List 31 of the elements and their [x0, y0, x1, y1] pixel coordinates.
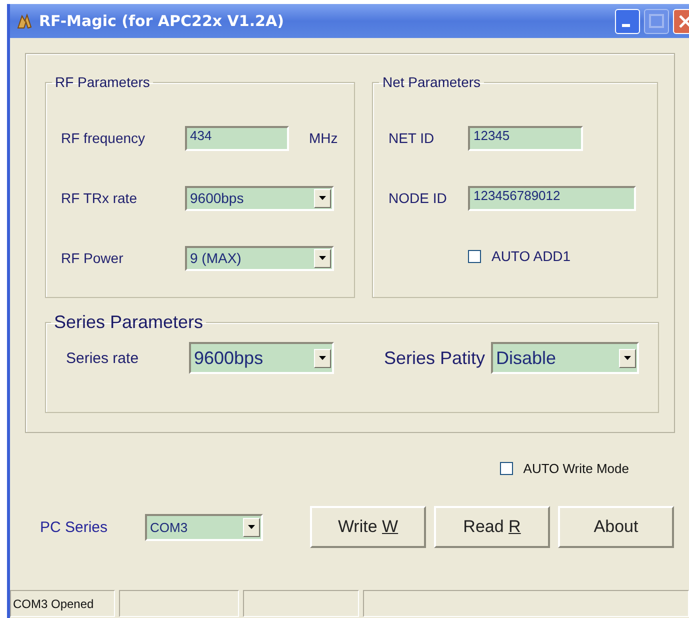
window-title: RF-Magic (for APC22x V1.2A)	[39, 12, 284, 30]
group-title: RF Parameters	[54, 74, 151, 90]
dropdown[interactable]: Disable	[491, 342, 639, 374]
dropdown[interactable]: 9600bps	[185, 186, 334, 210]
checkbox[interactable]	[468, 250, 482, 262]
field-label: PC Series	[40, 518, 109, 536]
dropdown[interactable]: COM3	[145, 514, 263, 540]
button[interactable]: Read R	[434, 506, 550, 548]
field-label: RF frequency	[61, 130, 146, 146]
field-label: Series rate	[66, 350, 140, 366]
group-title: Series Parameters	[53, 312, 204, 333]
minimize-icon[interactable]	[615, 8, 640, 34]
status-text: COM3 Opened	[10, 590, 115, 617]
dropdown[interactable]: 9 (MAX)	[185, 246, 334, 270]
checkbox-label: AUTO Write Mode	[523, 461, 629, 476]
checkbox-label: AUTO ADD1	[491, 248, 571, 264]
input-field[interactable]: 434	[185, 126, 289, 150]
input-field[interactable]: 12345	[468, 126, 584, 150]
dropdown[interactable]: 9600bps	[189, 342, 334, 374]
button[interactable]: Write W	[310, 506, 426, 548]
field-label: RF TRx rate	[61, 190, 138, 206]
input-field[interactable]: 123456789012	[468, 186, 636, 210]
field-label: NET ID	[388, 130, 436, 146]
button[interactable]: About	[558, 506, 674, 548]
field-label: NODE ID	[388, 190, 448, 206]
field-label: Series Patity	[384, 348, 486, 368]
unit-label: MHz	[309, 130, 338, 146]
checkbox[interactable]	[500, 462, 514, 475]
field-label: RF Power	[61, 250, 124, 266]
app-icon	[16, 12, 33, 30]
group-title: Net Parameters	[381, 74, 482, 90]
